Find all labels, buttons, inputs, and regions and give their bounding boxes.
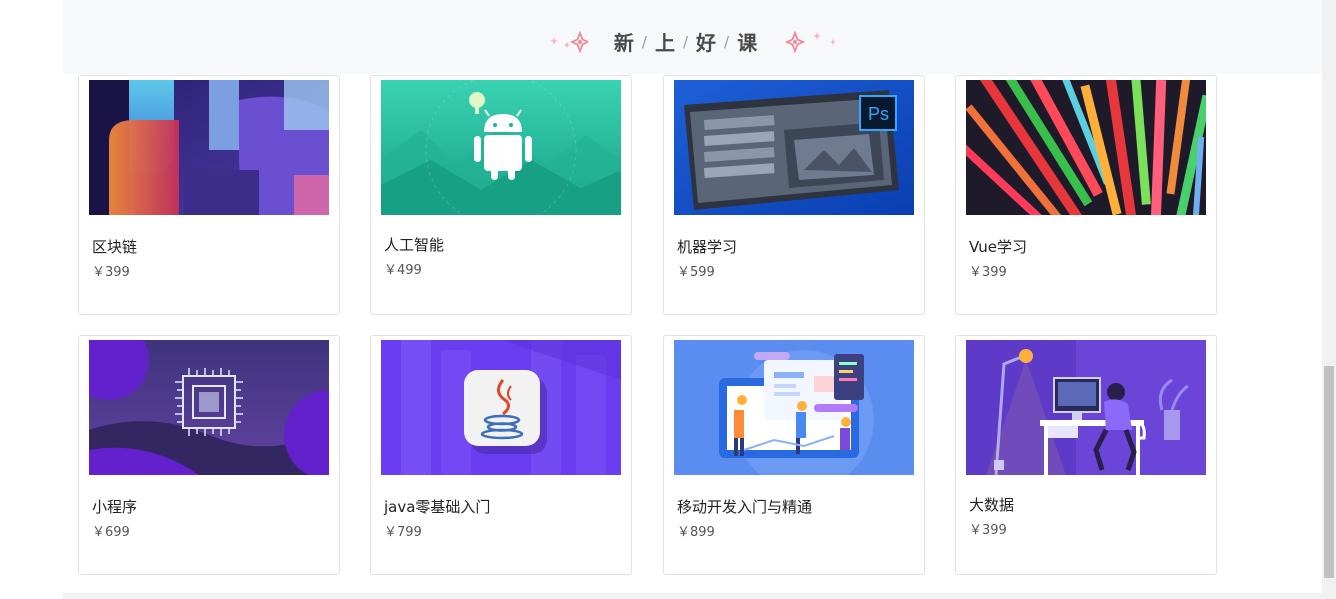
title-char: 上	[654, 31, 677, 55]
title-separator: /	[682, 32, 691, 51]
abstract-3d-icon[interactable]	[89, 80, 329, 215]
course-price: ￥499	[384, 263, 422, 278]
course-card[interactable]: 小程序 ￥699	[78, 335, 340, 575]
course-card[interactable]: java零基础入门 ￥799	[370, 335, 632, 575]
course-card[interactable]: 人工智能 ￥499	[370, 75, 632, 315]
section-header: 新 / 上 / 好 / 课	[63, 0, 1322, 74]
course-card[interactable]: Ps 机器学习 ￥599	[663, 75, 925, 315]
course-price: ￥699	[92, 525, 130, 540]
section-title-text: 新 / 上 / 好 / 课	[614, 27, 759, 56]
course-section-page: 新 / 上 / 好 / 课 区块链 ￥399 人工智能 ￥499 Ps 机器学习…	[0, 0, 1336, 599]
title-char: 好	[696, 31, 719, 55]
scrollbar-thumb[interactable]	[1324, 366, 1334, 578]
title-char: 课	[737, 31, 760, 55]
course-price: ￥599	[677, 265, 715, 280]
java-icon[interactable]	[381, 340, 621, 475]
course-name[interactable]: Vue学习	[969, 236, 1027, 257]
course-name[interactable]: 小程序	[92, 496, 137, 517]
course-price: ￥799	[384, 525, 422, 540]
svg-text:Ps: Ps	[868, 104, 889, 124]
sparkle-icon	[549, 30, 588, 53]
course-name[interactable]: 人工智能	[384, 234, 444, 255]
section-footer-divider	[63, 593, 1322, 599]
android-icon[interactable]	[381, 80, 621, 215]
course-name[interactable]: java零基础入门	[384, 496, 490, 517]
course-name[interactable]: 机器学习	[677, 236, 737, 257]
course-card[interactable]: Vue学习 ￥399	[955, 75, 1217, 315]
title-separator: /	[641, 32, 649, 51]
sparkle-decoration-left	[549, 30, 588, 53]
course-card[interactable]: 区块链 ￥399	[78, 75, 340, 315]
photoshop-icon[interactable]: Ps	[674, 80, 914, 215]
course-card[interactable]: 移动开发入门与精通 ￥899	[663, 335, 925, 575]
course-name[interactable]: 移动开发入门与精通	[677, 496, 812, 517]
sparkle-icon	[785, 30, 836, 53]
sparkle-decoration-right	[785, 30, 836, 53]
chip-icon[interactable]	[89, 340, 329, 475]
course-price: ￥899	[677, 525, 715, 540]
course-price: ￥399	[969, 265, 1007, 280]
course-card[interactable]: 大数据 ￥399	[955, 335, 1217, 575]
mobile-dev-icon[interactable]	[674, 340, 914, 475]
course-name[interactable]: 大数据	[969, 494, 1014, 515]
color-bars-icon[interactable]	[966, 80, 1206, 215]
title-separator: /	[724, 32, 732, 51]
course-name[interactable]: 区块链	[92, 236, 137, 257]
course-price: ￥399	[92, 265, 130, 280]
title-char: 新	[613, 31, 636, 55]
desk-computer-icon[interactable]	[966, 340, 1206, 475]
course-price: ￥399	[969, 523, 1007, 538]
section-title: 新 / 上 / 好 / 课	[63, 27, 1322, 56]
